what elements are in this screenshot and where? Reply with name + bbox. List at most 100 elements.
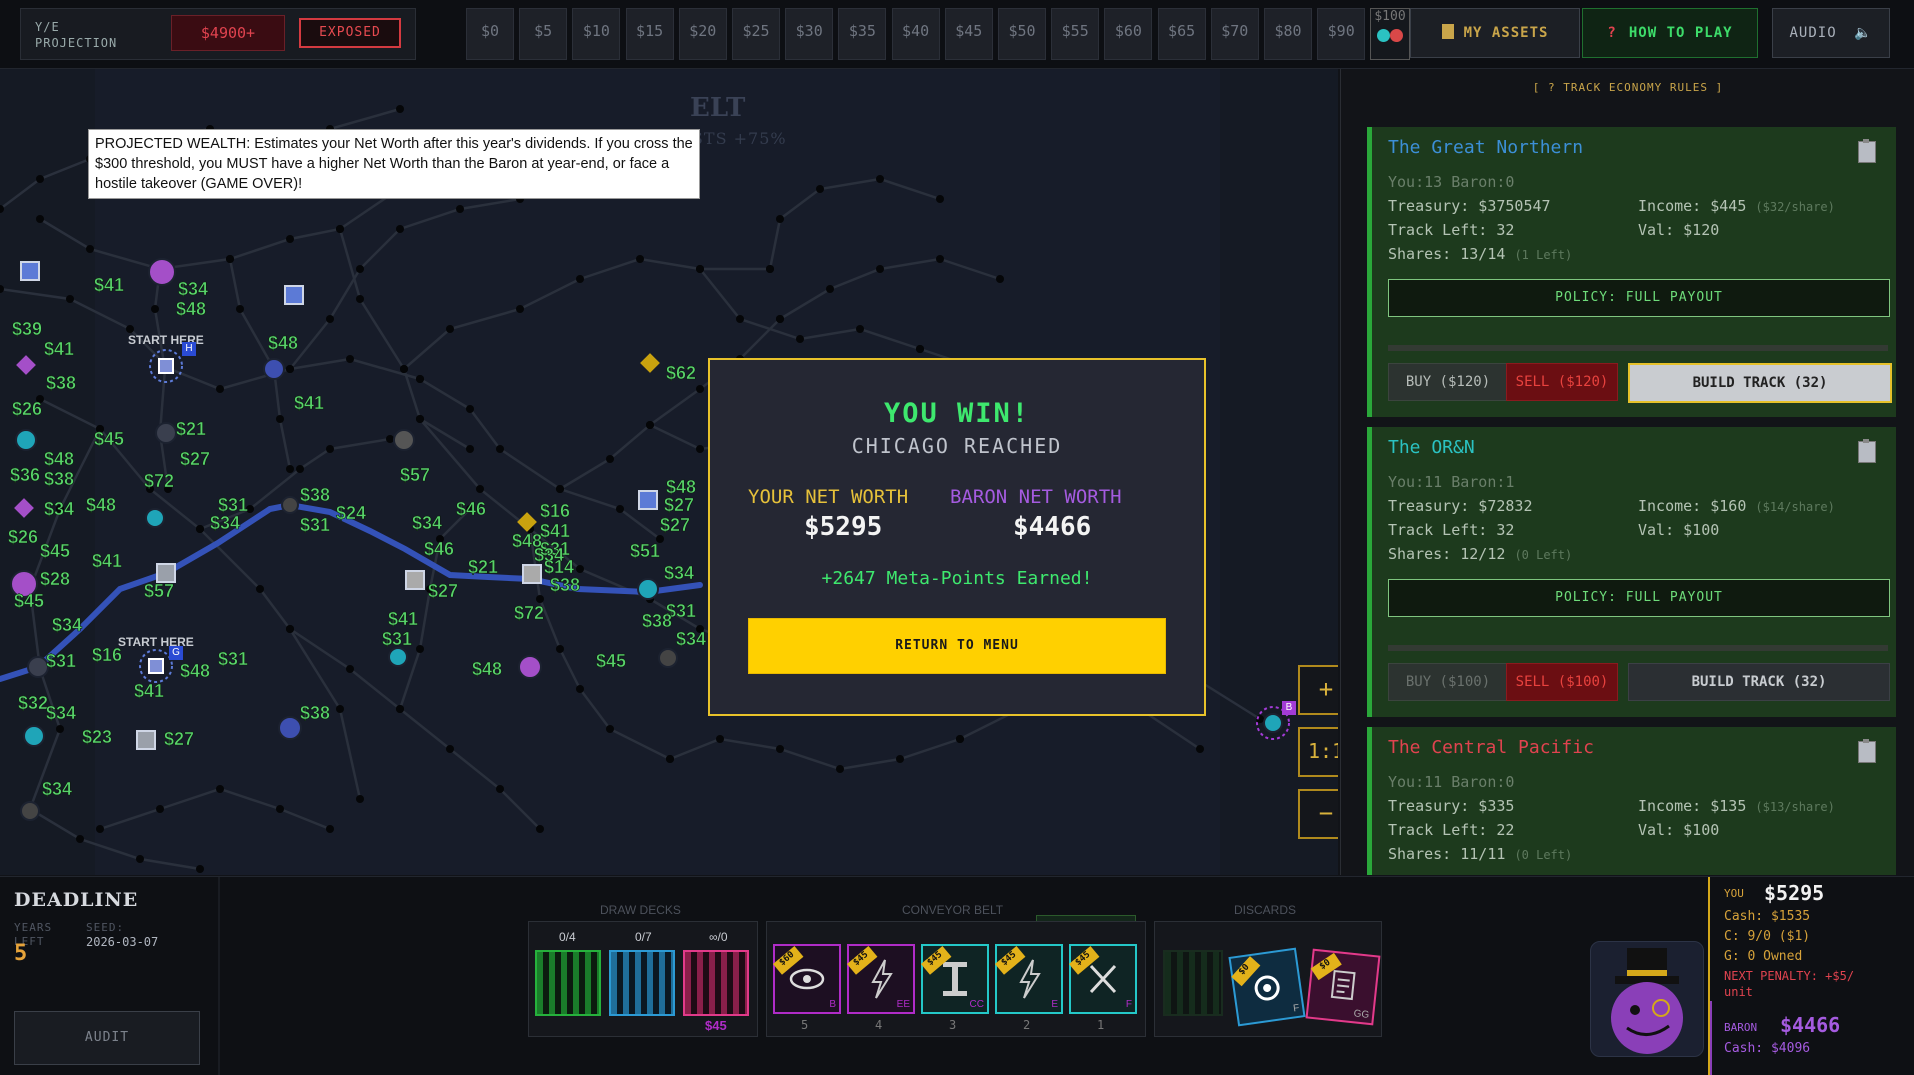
green-deck[interactable]	[535, 950, 601, 1016]
purple-deck[interactable]	[683, 950, 749, 1016]
bottom-divider	[218, 877, 220, 1075]
audit-button[interactable]: AUDIT	[14, 1011, 200, 1065]
companies-panel[interactable]: [ ? TRACK ECONOMY RULES ] The Great Nort…	[1340, 69, 1914, 875]
how-to-play-button[interactable]: ? HOW TO PLAY	[1582, 8, 1758, 58]
city-circle[interactable]	[388, 647, 408, 667]
discard-card[interactable]: $0 GG	[1305, 948, 1381, 1026]
track-waypoint	[216, 385, 224, 393]
track-waypoint	[556, 645, 564, 653]
track-waypoint	[876, 265, 884, 273]
city-price-label: $41	[94, 275, 124, 295]
city-square[interactable]	[405, 570, 425, 590]
company-holdings: You:13 Baron:0	[1388, 173, 1515, 191]
company-progress-bar	[1388, 645, 1888, 651]
baron-net-worth-label: BARON NET WORTH	[950, 486, 1122, 508]
city-square[interactable]	[20, 261, 40, 281]
city-square[interactable]	[522, 564, 542, 584]
card-tag: E	[1051, 999, 1058, 1010]
zoom-in-button[interactable]: +	[1298, 665, 1338, 715]
company-card: The Great Northern You:13 Baron:0 Treasury…	[1367, 127, 1896, 417]
track-waypoint	[646, 421, 654, 429]
conveyor-card[interactable]: $45 E	[995, 944, 1063, 1014]
track-waypoint	[346, 355, 354, 363]
buy-share-button[interactable]: BUY ($120)	[1388, 363, 1508, 401]
city-circle[interactable]	[23, 725, 45, 747]
question-icon: ?	[1607, 25, 1617, 41]
build-track-button[interactable]: BUILD TRACK (32)	[1628, 363, 1892, 403]
city-circle[interactable]	[1263, 713, 1283, 733]
city-circle[interactable]	[658, 648, 678, 668]
city-circle[interactable]	[155, 422, 177, 444]
city-circle[interactable]	[393, 429, 415, 451]
city-price-label: $38	[300, 703, 330, 723]
city-price-label: $41	[388, 609, 418, 629]
card-tag: EE	[896, 999, 910, 1010]
city-square[interactable]	[136, 730, 156, 750]
company-card: The Central Pacific You:11 Baron:0 Treasur…	[1367, 727, 1896, 875]
return-to-menu-button[interactable]: RETURN TO MENU	[748, 618, 1166, 674]
track-waypoint	[446, 325, 454, 333]
city-price-label: $72	[144, 471, 174, 491]
build-track-button[interactable]: BUILD TRACK (32)	[1628, 663, 1890, 701]
track-waypoint	[606, 725, 614, 733]
track-waypoint	[86, 245, 94, 253]
blue-deck[interactable]	[609, 950, 675, 1016]
projection-value[interactable]: $4900+	[171, 15, 285, 51]
track-waypoint	[0, 285, 4, 293]
city-price-label: $21	[176, 419, 206, 439]
city-circle[interactable]	[263, 358, 285, 380]
track-waypoint	[856, 325, 864, 333]
city-price-label: $38	[46, 373, 76, 393]
city-price-label: $41	[134, 681, 164, 701]
ye-projection-label: Y/E PROJECTION	[35, 20, 118, 50]
track-waypoint	[400, 365, 408, 373]
company-shares: Shares: 12/12 (0 Left)	[1388, 545, 1573, 563]
city-diamond[interactable]	[16, 355, 36, 375]
city-circle[interactable]	[637, 578, 659, 600]
clipboard-icon[interactable]	[1858, 739, 1876, 763]
city-circle[interactable]	[278, 716, 302, 740]
city-circle[interactable]	[20, 801, 40, 821]
price-tick-11: $55	[1051, 8, 1100, 60]
discard-card[interactable]: $0 F	[1228, 947, 1306, 1027]
clipboard-icon[interactable]	[1858, 139, 1876, 163]
track-waypoint	[606, 455, 614, 463]
city-circle[interactable]	[281, 496, 299, 514]
ledger-icon	[1441, 24, 1454, 39]
track-economy-rules-link[interactable]: [ ? TRACK ECONOMY RULES ]	[1341, 81, 1914, 94]
track-waypoint	[356, 795, 364, 803]
city-circle[interactable]	[15, 429, 37, 451]
clipboard-icon[interactable]	[1858, 439, 1876, 463]
buy-share-button[interactable]: BUY ($100)	[1388, 663, 1508, 701]
city-square[interactable]	[156, 563, 176, 583]
track-waypoint	[56, 725, 64, 733]
conveyor-slot-number: 2	[1023, 1018, 1031, 1032]
city-circle[interactable]	[148, 258, 176, 286]
city-circle[interactable]	[518, 655, 542, 679]
company-policy-button[interactable]: POLICY: FULL PAYOUT	[1388, 279, 1890, 317]
my-assets-button[interactable]: MY ASSETS	[1410, 8, 1580, 58]
zoom-reset-button[interactable]: 1:1	[1298, 727, 1338, 777]
city-square[interactable]	[284, 285, 304, 305]
conveyor-card[interactable]: $45 CC	[921, 944, 989, 1014]
sell-share-button[interactable]: SELL ($120)	[1506, 363, 1618, 401]
conveyor-card[interactable]: $45 F	[1069, 944, 1137, 1014]
zoom-out-button[interactable]: −	[1298, 789, 1338, 839]
city-price-label: $32	[18, 693, 48, 713]
city-diamond[interactable]	[14, 498, 34, 518]
sell-share-button[interactable]: SELL ($100)	[1506, 663, 1618, 701]
company-name: The Great Northern	[1388, 137, 1584, 158]
conveyor-card[interactable]: $45 EE	[847, 944, 915, 1014]
audio-button[interactable]: AUDIO 🔈	[1772, 8, 1890, 58]
price-tick-4: $20	[678, 8, 727, 60]
deck-count-1: 0/4	[559, 930, 576, 944]
city-price-label: $48	[180, 661, 210, 681]
conveyor-card[interactable]: $60 B	[773, 944, 841, 1014]
city-price-label: $48	[666, 477, 696, 497]
track-waypoint	[76, 835, 84, 843]
city-circle[interactable]	[27, 656, 49, 678]
city-circle[interactable]	[145, 508, 165, 528]
deck-count-2: 0/7	[635, 930, 652, 944]
company-policy-button[interactable]: POLICY: FULL PAYOUT	[1388, 579, 1890, 617]
city-square[interactable]	[638, 490, 658, 510]
